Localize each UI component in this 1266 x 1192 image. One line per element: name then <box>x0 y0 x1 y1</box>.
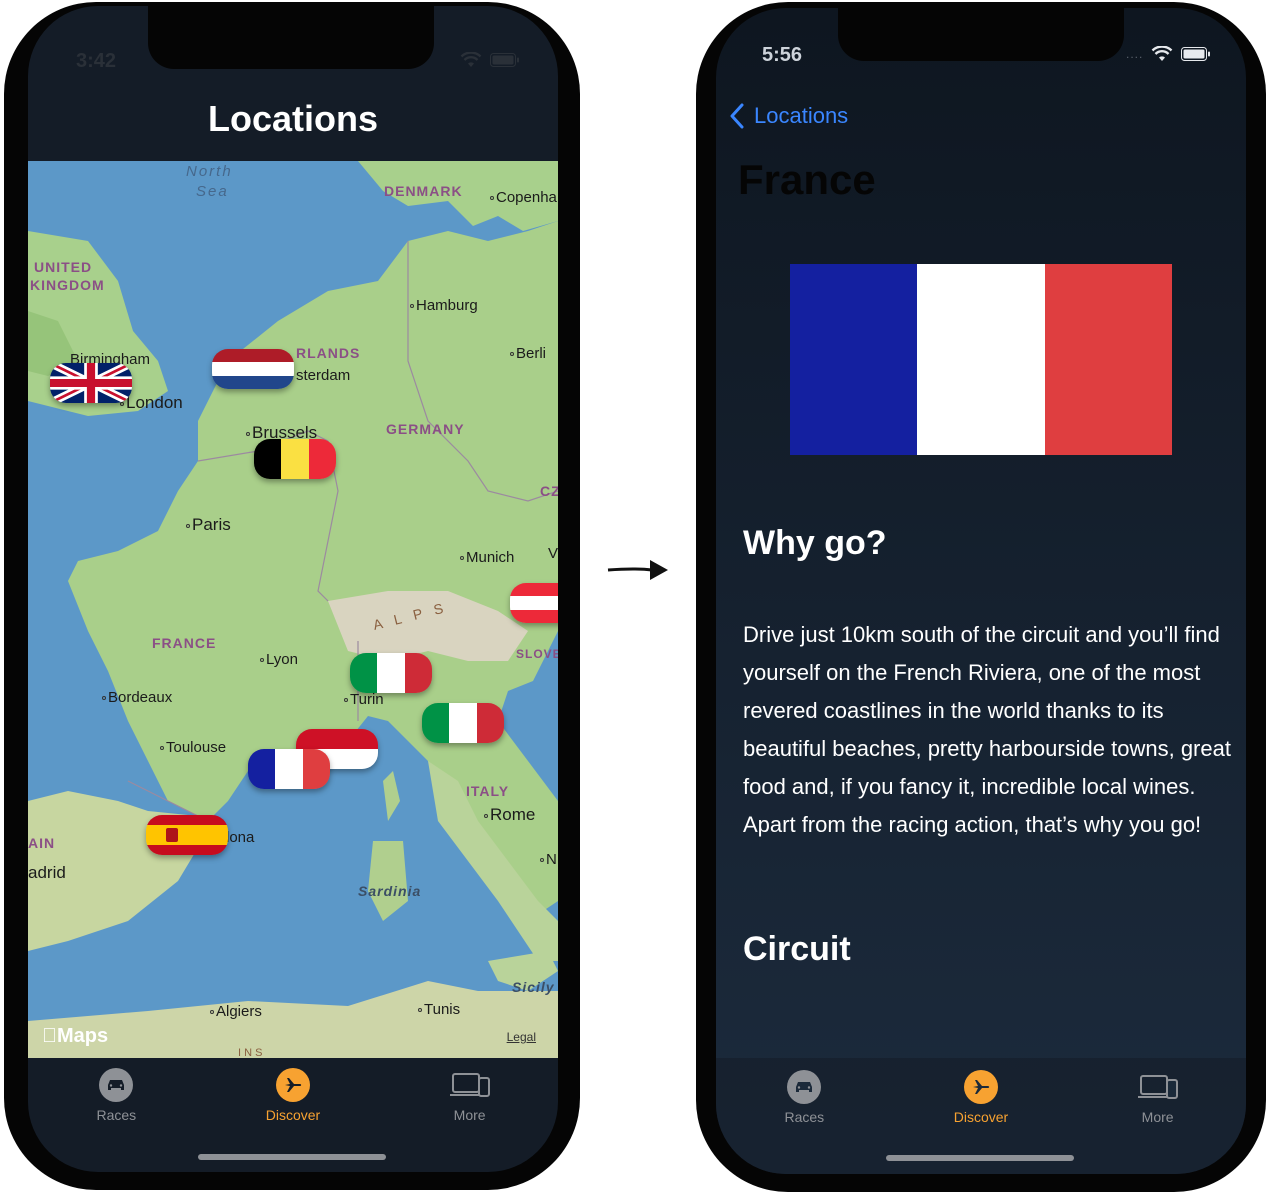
page-title: Locations <box>207 98 378 139</box>
map-view[interactable]: North Sea DENMARK Copenha UNITED KINGDOM… <box>28 161 558 1058</box>
tab-label-races: Races <box>784 1109 825 1125</box>
battery-icon <box>1181 47 1211 61</box>
map-label-sicily: Sicily <box>512 979 555 995</box>
tab-label-more: More <box>453 1107 486 1123</box>
flag-pin-italy-2[interactable] <box>422 703 504 743</box>
france-flag-image <box>790 264 1172 455</box>
page-title: France <box>738 156 876 203</box>
phone-frame-detail: 5:56 .... Locations France Why go? Drive… <box>696 2 1266 1192</box>
tab-more[interactable]: More <box>382 1068 557 1123</box>
tab-label-races: Races <box>96 1107 137 1123</box>
flag-pin-austria[interactable] <box>510 583 558 623</box>
phone-frame-map: 3:42 Locations North Sea DENMARK Copenha… <box>4 2 580 1190</box>
map-label-tunis: Tunis <box>418 1001 460 1018</box>
map-label-algiers: Algiers <box>210 1003 262 1020</box>
map-label-toulouse: Toulouse <box>160 739 226 756</box>
tab-discover[interactable]: Discover <box>206 1068 381 1123</box>
tab-races[interactable]: Races <box>717 1070 892 1125</box>
status-time: 5:56 <box>762 44 803 66</box>
tab-label-discover: Discover <box>953 1109 1009 1125</box>
notch <box>838 8 1124 61</box>
map-label-munich: Munich <box>460 549 514 566</box>
map-label-rome: Rome <box>484 805 535 825</box>
map-terrain <box>28 161 558 1058</box>
car-icon <box>99 1068 134 1102</box>
map-label-turin: Turin <box>344 691 384 708</box>
apple-icon:  <box>42 1025 57 1047</box>
map-label-united: UNITED <box>34 259 93 275</box>
tab-discover[interactable]: Discover <box>894 1070 1069 1125</box>
flag-pin-uk[interactable] <box>50 363 132 403</box>
map-label-netherlands: RLANDS <box>296 345 361 361</box>
map-label-north-sea: North <box>186 163 233 180</box>
tab-label-more: More <box>1141 1109 1174 1125</box>
flag-pin-italy-1[interactable] <box>350 653 432 693</box>
map-label-hamburg: Hamburg <box>410 297 478 314</box>
why-go-text: Drive just 10km south of the circuit and… <box>743 622 1231 837</box>
apple-maps-logo: Maps <box>42 1025 108 1047</box>
status-time: 3:42 <box>76 50 117 72</box>
map-label-mountains: I N S <box>238 1047 263 1058</box>
back-label: Locations <box>754 103 849 128</box>
map-label-bordeaux: Bordeaux <box>102 689 172 706</box>
tab-bar: Races Discover More <box>28 1068 558 1123</box>
map-label-lyon: Lyon <box>260 651 298 668</box>
map-label-spain: AIN <box>28 835 56 851</box>
map-label-sardinia: Sardinia <box>358 883 422 899</box>
section-title-circuit: Circuit <box>743 930 851 968</box>
back-button[interactable]: Locations <box>728 102 848 130</box>
status-icons: .... <box>1126 46 1211 62</box>
tab-races[interactable]: Races <box>29 1068 204 1123</box>
car-icon <box>787 1070 822 1104</box>
map-label-amsterdam: sterdam <box>296 367 351 384</box>
flag-pin-france[interactable] <box>248 749 330 789</box>
map-label-v: V <box>548 545 558 562</box>
chevron-left-icon <box>730 103 744 129</box>
map-label-berlin: Berli <box>510 345 546 362</box>
wifi-icon <box>460 52 482 67</box>
transition-arrow-icon <box>607 560 668 580</box>
map-label-france: FRANCE <box>152 635 217 651</box>
flag-pin-belgium[interactable] <box>254 439 336 479</box>
tab-bar: Races Discover More <box>716 1070 1246 1125</box>
map-screen: 3:42 Locations North Sea DENMARK Copenha… <box>28 6 558 1172</box>
map-label-denmark: DENMARK <box>384 183 463 199</box>
tab-label-discover: Discover <box>265 1107 321 1123</box>
airplane-icon <box>275 1068 310 1102</box>
map-label-n: N <box>540 851 557 868</box>
devices-icon <box>1136 1070 1180 1104</box>
battery-icon <box>490 53 519 67</box>
map-label-paris: Paris <box>186 515 231 535</box>
map-label-cz: CZ <box>540 483 558 499</box>
home-indicator[interactable] <box>886 1155 1074 1161</box>
spain-coat-of-arms-icon <box>166 828 178 842</box>
notch <box>148 6 434 69</box>
wifi-icon <box>1151 46 1173 61</box>
legal-link[interactable]: Legal <box>507 1030 536 1044</box>
map-label-kingdom: KINGDOM <box>30 277 105 293</box>
uk-flag-icon <box>50 363 132 403</box>
status-icons <box>460 52 520 68</box>
devices-icon <box>448 1068 492 1102</box>
signal-dots-icon: .... <box>1126 47 1144 61</box>
map-label-italy: ITALY <box>466 783 510 799</box>
map-label-germany: GERMANY <box>386 421 465 437</box>
map-label-madrid: adrid <box>28 863 66 882</box>
airplane-icon <box>963 1070 998 1104</box>
flag-pin-spain[interactable] <box>146 815 228 855</box>
home-indicator[interactable] <box>198 1154 386 1160</box>
tab-more[interactable]: More <box>1070 1070 1245 1125</box>
map-label-north-sea-2: Sea <box>196 183 229 200</box>
map-label-slovenia: SLOVE <box>516 647 558 661</box>
flag-pin-netherlands[interactable] <box>212 349 294 389</box>
map-label-copenhagen: Copenha <box>490 189 557 206</box>
detail-screen: 5:56 .... Locations France Why go? Drive… <box>716 8 1246 1174</box>
section-title-why-go: Why go? <box>743 524 887 562</box>
map-label-barcelona: lona <box>226 829 255 846</box>
